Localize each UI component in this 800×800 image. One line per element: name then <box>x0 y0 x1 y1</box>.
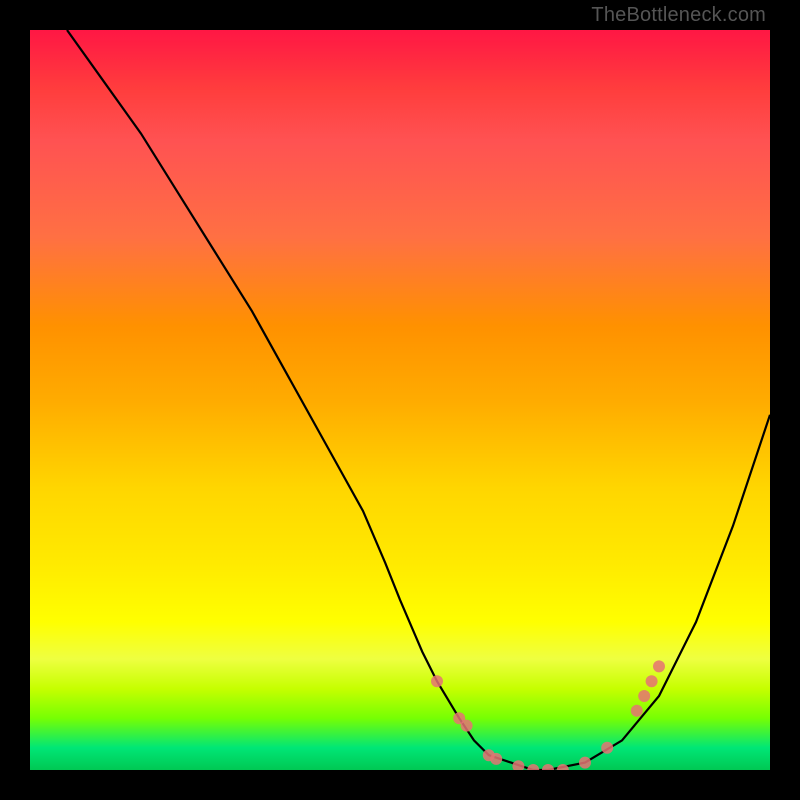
marker-point <box>431 675 443 687</box>
bottleneck-curve <box>67 30 770 770</box>
chart-frame: TheBottleneck.com <box>0 0 800 800</box>
marker-point <box>601 742 613 754</box>
marker-point <box>527 764 539 770</box>
marker-group <box>431 660 665 770</box>
marker-point <box>646 675 658 687</box>
marker-point <box>631 705 643 717</box>
chart-svg <box>30 30 770 770</box>
marker-point <box>542 764 554 770</box>
marker-point <box>557 764 569 770</box>
marker-point <box>461 720 473 732</box>
marker-point <box>653 660 665 672</box>
marker-point <box>512 760 524 770</box>
marker-point <box>579 757 591 769</box>
marker-point <box>490 753 502 765</box>
watermark-text: TheBottleneck.com <box>591 4 766 27</box>
marker-point <box>638 690 650 702</box>
